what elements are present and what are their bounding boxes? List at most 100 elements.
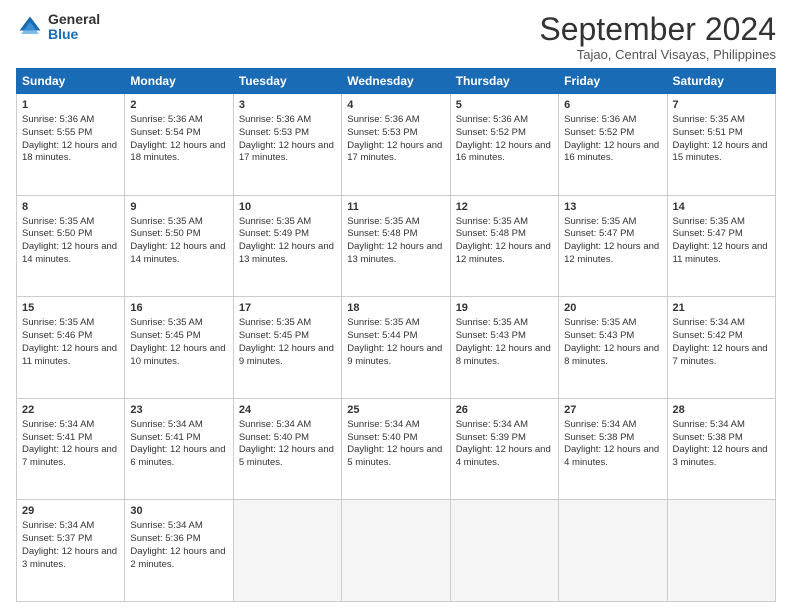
day-info: Sunset: 5:47 PM [564,228,661,241]
logo-icon [16,13,44,41]
day-info: Sunrise: 5:35 AM [130,317,227,330]
table-row: 6Sunrise: 5:36 AMSunset: 5:52 PMDaylight… [559,94,667,196]
day-number: 16 [130,301,227,316]
title-block: September 2024 Tajao, Central Visayas, P… [539,12,776,62]
col-friday: Friday [559,69,667,94]
day-info: Sunrise: 5:35 AM [673,216,770,229]
day-info: Sunset: 5:38 PM [564,432,661,445]
location-subtitle: Tajao, Central Visayas, Philippines [539,47,776,62]
table-row: 18Sunrise: 5:35 AMSunset: 5:44 PMDayligh… [342,297,450,399]
table-row: 22Sunrise: 5:34 AMSunset: 5:41 PMDayligh… [17,398,125,500]
day-info: Sunrise: 5:35 AM [22,317,119,330]
table-row: 13Sunrise: 5:35 AMSunset: 5:47 PMDayligh… [559,195,667,297]
day-info: Daylight: 12 hours and 16 minutes. [456,140,553,166]
table-row: 1Sunrise: 5:36 AMSunset: 5:55 PMDaylight… [17,94,125,196]
table-row [450,500,558,602]
day-info: Sunrise: 5:34 AM [239,419,336,432]
day-number: 14 [673,200,770,215]
day-number: 15 [22,301,119,316]
col-saturday: Saturday [667,69,775,94]
day-info: Sunset: 5:48 PM [347,228,444,241]
day-number: 28 [673,403,770,418]
page: General Blue September 2024 Tajao, Centr… [0,0,792,612]
day-info: Sunset: 5:45 PM [239,330,336,343]
day-info: Daylight: 12 hours and 3 minutes. [22,546,119,572]
day-info: Daylight: 12 hours and 5 minutes. [239,444,336,470]
table-row: 4Sunrise: 5:36 AMSunset: 5:53 PMDaylight… [342,94,450,196]
table-row: 5Sunrise: 5:36 AMSunset: 5:52 PMDaylight… [450,94,558,196]
day-info: Daylight: 12 hours and 13 minutes. [239,241,336,267]
day-number: 22 [22,403,119,418]
day-info: Sunset: 5:40 PM [347,432,444,445]
day-number: 29 [22,504,119,519]
day-info: Sunset: 5:52 PM [456,127,553,140]
table-row: 25Sunrise: 5:34 AMSunset: 5:40 PMDayligh… [342,398,450,500]
table-row: 26Sunrise: 5:34 AMSunset: 5:39 PMDayligh… [450,398,558,500]
calendar-week-row: 8Sunrise: 5:35 AMSunset: 5:50 PMDaylight… [17,195,776,297]
table-row: 30Sunrise: 5:34 AMSunset: 5:36 PMDayligh… [125,500,233,602]
table-row: 8Sunrise: 5:35 AMSunset: 5:50 PMDaylight… [17,195,125,297]
col-monday: Monday [125,69,233,94]
day-info: Sunrise: 5:35 AM [456,216,553,229]
day-info: Sunset: 5:49 PM [239,228,336,241]
month-title: September 2024 [539,12,776,47]
day-number: 26 [456,403,553,418]
day-info: Sunrise: 5:34 AM [673,317,770,330]
table-row: 11Sunrise: 5:35 AMSunset: 5:48 PMDayligh… [342,195,450,297]
day-info: Daylight: 12 hours and 18 minutes. [130,140,227,166]
day-number: 2 [130,98,227,113]
day-info: Sunset: 5:42 PM [673,330,770,343]
day-number: 10 [239,200,336,215]
table-row: 12Sunrise: 5:35 AMSunset: 5:48 PMDayligh… [450,195,558,297]
day-info: Sunset: 5:52 PM [564,127,661,140]
col-tuesday: Tuesday [233,69,341,94]
day-info: Daylight: 12 hours and 4 minutes. [456,444,553,470]
table-row [559,500,667,602]
day-info: Sunrise: 5:34 AM [130,419,227,432]
day-info: Sunrise: 5:34 AM [22,520,119,533]
table-row: 17Sunrise: 5:35 AMSunset: 5:45 PMDayligh… [233,297,341,399]
day-info: Daylight: 12 hours and 14 minutes. [22,241,119,267]
day-info: Daylight: 12 hours and 13 minutes. [347,241,444,267]
table-row: 28Sunrise: 5:34 AMSunset: 5:38 PMDayligh… [667,398,775,500]
calendar-week-row: 22Sunrise: 5:34 AMSunset: 5:41 PMDayligh… [17,398,776,500]
table-row: 23Sunrise: 5:34 AMSunset: 5:41 PMDayligh… [125,398,233,500]
day-info: Sunrise: 5:35 AM [239,216,336,229]
day-info: Daylight: 12 hours and 8 minutes. [564,343,661,369]
day-number: 21 [673,301,770,316]
day-number: 8 [22,200,119,215]
day-info: Sunrise: 5:34 AM [22,419,119,432]
day-info: Sunset: 5:40 PM [239,432,336,445]
day-info: Sunset: 5:53 PM [239,127,336,140]
day-info: Sunrise: 5:35 AM [564,317,661,330]
calendar-week-row: 29Sunrise: 5:34 AMSunset: 5:37 PMDayligh… [17,500,776,602]
header: General Blue September 2024 Tajao, Centr… [16,12,776,62]
logo-general-text: General [48,12,100,27]
day-info: Sunset: 5:50 PM [130,228,227,241]
day-info: Sunrise: 5:34 AM [347,419,444,432]
table-row: 20Sunrise: 5:35 AMSunset: 5:43 PMDayligh… [559,297,667,399]
day-number: 12 [456,200,553,215]
day-info: Daylight: 12 hours and 15 minutes. [673,140,770,166]
day-info: Sunrise: 5:35 AM [130,216,227,229]
day-info: Sunrise: 5:36 AM [239,114,336,127]
day-info: Sunrise: 5:35 AM [456,317,553,330]
day-info: Sunrise: 5:35 AM [673,114,770,127]
logo-blue-text: Blue [48,27,100,42]
table-row [667,500,775,602]
day-info: Sunset: 5:53 PM [347,127,444,140]
day-info: Daylight: 12 hours and 3 minutes. [673,444,770,470]
col-thursday: Thursday [450,69,558,94]
day-info: Sunset: 5:54 PM [130,127,227,140]
day-number: 18 [347,301,444,316]
day-info: Sunset: 5:43 PM [564,330,661,343]
day-info: Daylight: 12 hours and 18 minutes. [22,140,119,166]
calendar-header-row: Sunday Monday Tuesday Wednesday Thursday… [17,69,776,94]
day-number: 25 [347,403,444,418]
day-info: Daylight: 12 hours and 7 minutes. [22,444,119,470]
day-info: Sunset: 5:44 PM [347,330,444,343]
day-info: Daylight: 12 hours and 6 minutes. [130,444,227,470]
table-row: 19Sunrise: 5:35 AMSunset: 5:43 PMDayligh… [450,297,558,399]
day-info: Sunset: 5:45 PM [130,330,227,343]
day-number: 30 [130,504,227,519]
